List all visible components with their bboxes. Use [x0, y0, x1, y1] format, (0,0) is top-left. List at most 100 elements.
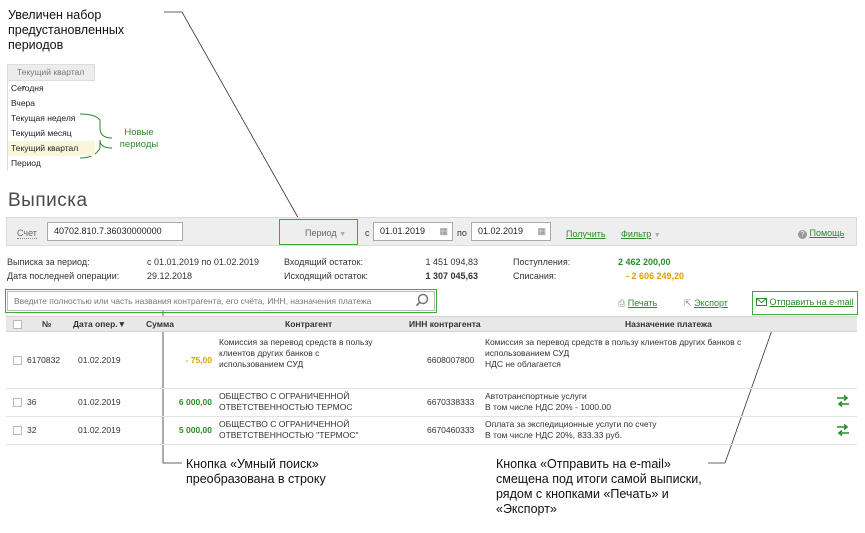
smart-search-input[interactable]: Введите полностью или часть названия кон… — [7, 291, 435, 311]
annotation-line: Кнопка «Умный поиск» — [186, 457, 319, 471]
get-button[interactable]: Получить — [566, 229, 606, 239]
text-line: ОТВЕТСТВЕННОСТЬЮ ТЕРМОС — [219, 402, 353, 412]
export-button[interactable]: ⇱ Экспорт — [684, 298, 728, 309]
dropdown-option-month[interactable]: Текущий месяц — [8, 126, 95, 141]
row-number: 6170832 — [27, 355, 61, 365]
text-line: Комиссия за перевод средств в пользу — [219, 337, 373, 347]
dropdown-option-period[interactable]: Период — [8, 156, 95, 171]
summary-last-op-value: 29.12.2018 — [147, 271, 193, 281]
summary-in-value: 1 451 094,83 — [425, 257, 478, 267]
print-label: Печать — [627, 298, 658, 308]
text-line: Комиссия за перевод средств в пользу кли… — [485, 337, 742, 347]
page-title: Выписка — [8, 190, 88, 211]
row-date: 01.02.2019 — [78, 355, 121, 365]
col-date[interactable]: Дата опер.▼ — [73, 317, 126, 333]
top-annotation: Увеличен набор предустановленных периодо… — [8, 8, 124, 53]
col-inn[interactable]: ИНН контрагента — [409, 317, 481, 333]
row-inn: 6670460333 — [427, 425, 475, 435]
dropdown-selected: Текущий квартал — [17, 67, 85, 77]
text-line: использованием СУД — [485, 348, 570, 358]
annotation-line: Увеличен набор — [8, 8, 102, 22]
annotation-line: смещена под итоги самой выписки, — [496, 472, 702, 486]
filter-label: Фильтр — [621, 229, 652, 239]
email-label: Отправить на e-mail — [769, 297, 854, 307]
text-line: В том числе НДС 20% - 1000.00 — [485, 402, 611, 412]
to-date-input[interactable]: 01.02.2019 ▦ — [471, 222, 551, 241]
help-button[interactable]: ? Помощь — [798, 228, 844, 239]
text-line: ОБЩЕСТВО С ОГРАНИЧЕННОЙ — [219, 391, 350, 401]
period-dropdown-list: Сегодня Вчера Текущая неделя Текущий мес… — [7, 81, 95, 171]
dropdown-option-yesterday[interactable]: Вчера — [8, 96, 95, 111]
to-label: по — [457, 228, 467, 238]
envelope-icon — [756, 298, 767, 306]
export-label: Экспорт — [694, 298, 728, 308]
text-line: использованием СУД — [219, 359, 304, 369]
summary-out-label: Исходящий остаток: — [284, 271, 369, 281]
export-icon: ⇱ — [684, 298, 692, 308]
row-divider — [6, 416, 857, 417]
row-purpose: Оплата за экспедиционные услуги по счету… — [485, 419, 657, 441]
row-purpose: Автотранспортные услуги В том числе НДС … — [485, 391, 611, 413]
text-line: ОБЩЕСТВО С ОГРАНИЧЕННОЙ — [219, 419, 350, 429]
transfer-arrows-icon[interactable] — [836, 394, 850, 409]
period-dropdown-head[interactable]: Текущий квартал ▼ — [7, 64, 95, 92]
printer-icon: ⎙ — [618, 298, 626, 308]
search-icon[interactable] — [415, 293, 429, 313]
search-placeholder: Введите полностью или часть названия кон… — [14, 296, 372, 306]
send-email-button[interactable]: Отправить на e-mail — [756, 297, 854, 307]
row-counterparty: Комиссия за перевод средств в пользу кли… — [219, 337, 373, 370]
row-divider — [6, 388, 857, 389]
email-annotation: Кнопка «Отправить на e-mail» смещена под… — [496, 457, 702, 517]
text-line: Автотранспортные услуги — [485, 391, 587, 401]
from-date-value: 01.01.2019 — [380, 226, 426, 236]
summary-out-value: 1 307 045,63 — [425, 271, 478, 281]
new-periods-note: Новые периоды — [114, 127, 164, 151]
summary-last-op-label: Дата последней операции: — [7, 271, 120, 281]
row-checkbox[interactable] — [13, 398, 22, 407]
summary-in-label: Входящий остаток: — [284, 257, 363, 267]
calendar-icon[interactable]: ▦ — [537, 223, 546, 240]
col-counterparty[interactable]: Контрагент — [285, 317, 332, 333]
from-label: с — [365, 228, 370, 238]
filter-button[interactable]: Фильтр ▼ — [621, 229, 661, 239]
dropdown-option-quarter[interactable]: Текущий квартал — [8, 141, 95, 156]
annotation-line: предустановленных — [8, 23, 125, 37]
dropdown-option-today[interactable]: Сегодня — [8, 81, 95, 96]
col-purpose[interactable]: Назначение платежа — [625, 317, 712, 333]
select-all-checkbox[interactable] — [13, 320, 22, 329]
row-counterparty: ОБЩЕСТВО С ОГРАНИЧЕННОЙ ОТВЕТСТВЕННОСТЬЮ… — [219, 391, 352, 413]
period-select[interactable]: Период ▼ — [305, 228, 346, 238]
row-date: 01.02.2019 — [78, 425, 121, 435]
help-label: Помощь — [809, 228, 845, 238]
summary-period-value: с 01.01.2019 по 01.02.2019 — [147, 257, 259, 267]
col-amount[interactable]: Сумма — [146, 317, 174, 333]
transfer-arrows-icon[interactable] — [836, 423, 850, 438]
dropdown-option-week[interactable]: Текущая неделя — [8, 111, 95, 126]
row-date: 01.02.2019 — [78, 397, 121, 407]
text-line: НДС не облагается — [485, 359, 561, 369]
row-inn: 6608007800 — [427, 355, 475, 365]
chevron-down-icon: ▼ — [339, 231, 347, 238]
row-inn: 6670338333 — [427, 397, 475, 407]
row-divider — [6, 444, 857, 445]
calendar-icon[interactable]: ▦ — [439, 223, 448, 240]
from-date-input[interactable]: 01.01.2019 ▦ — [373, 222, 453, 241]
annotation-line: Кнопка «Отправить на e-mail» — [496, 457, 671, 471]
print-button[interactable]: ⎙ Печать — [618, 298, 657, 309]
row-number: 36 — [27, 397, 37, 407]
summary-expense-value: - 2 606 249,20 — [626, 271, 685, 281]
row-amount: 5 000,00 — [178, 425, 212, 435]
col-number[interactable]: № — [42, 317, 51, 333]
account-label: Счет — [17, 228, 37, 239]
account-select[interactable]: 40702.810.7.36030000000 — [47, 222, 183, 241]
summary-income-label: Поступления: — [513, 257, 571, 267]
to-date-value: 01.02.2019 — [478, 226, 524, 236]
period-label: Период — [305, 228, 337, 238]
row-amount: - 75,00 — [185, 355, 212, 365]
summary-expense-label: Списания: — [513, 271, 557, 281]
row-checkbox[interactable] — [13, 426, 22, 435]
search-annotation: Кнопка «Умный поиск» преобразована в стр… — [186, 457, 326, 487]
summary-period-label: Выписка за период: — [7, 257, 90, 267]
row-purpose: Комиссия за перевод средств в пользу кли… — [485, 337, 741, 370]
row-checkbox[interactable] — [13, 356, 22, 365]
